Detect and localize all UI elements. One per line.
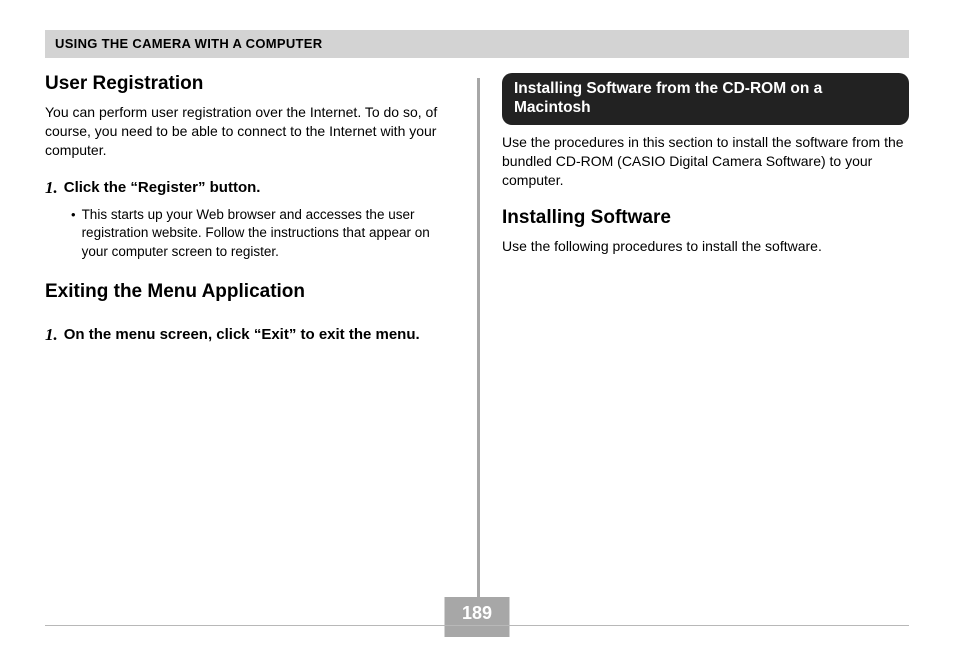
exiting-step-1: 1. On the menu screen, click “Exit” to e… (45, 325, 457, 345)
mac-install-body: Use the procedures in this section to in… (502, 133, 909, 190)
page-footer: 189 (45, 625, 909, 626)
step-text: Click the “Register” button. (64, 178, 261, 198)
user-reg-step-1: 1. Click the “Register” button. (45, 178, 457, 198)
bullet-text: This starts up your Web browser and acce… (82, 206, 457, 261)
section-header: USING THE CAMERA WITH A COMPUTER (45, 30, 909, 58)
user-registration-title: User Registration (45, 73, 457, 95)
footer-line (45, 625, 909, 626)
column-divider (477, 78, 480, 603)
left-column: User Registration You can perform user r… (45, 73, 477, 603)
user-reg-bullet: • This starts up your Web browser and ac… (71, 206, 457, 261)
content-columns: User Registration You can perform user r… (45, 73, 909, 603)
installing-body: Use the following procedures to install … (502, 237, 909, 256)
step-number: 1. (45, 178, 58, 198)
bullet-dot: • (71, 206, 76, 224)
section-header-text: USING THE CAMERA WITH A COMPUTER (55, 36, 322, 51)
installing-title: Installing Software (502, 207, 909, 229)
mac-install-heading: Installing Software from the CD-ROM on a… (502, 73, 909, 125)
exiting-title: Exiting the Menu Application (45, 281, 457, 303)
step-number: 1. (45, 325, 58, 345)
page-number-strip (445, 628, 510, 637)
user-registration-intro: You can perform user registration over t… (45, 103, 457, 160)
right-column: Installing Software from the CD-ROM on a… (477, 73, 909, 603)
step-text: On the menu screen, click “Exit” to exit… (64, 325, 420, 345)
page-number: 189 (462, 603, 492, 624)
